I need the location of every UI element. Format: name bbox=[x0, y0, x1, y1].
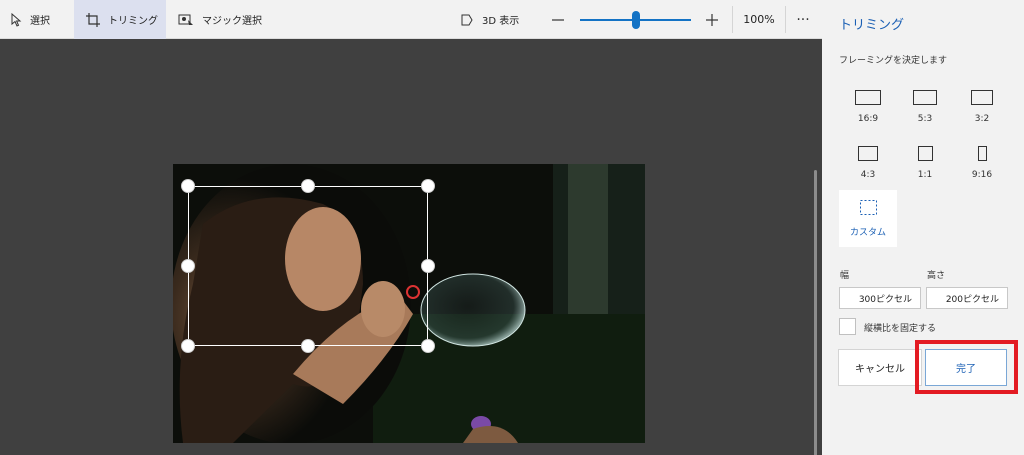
ratio-4-3-button[interactable]: 4:3 bbox=[840, 140, 896, 196]
ratio-16-9-button[interactable]: 16:9 bbox=[840, 84, 896, 140]
width-input[interactable]: 300ピクセル bbox=[839, 287, 921, 309]
crop-handle-top-right[interactable] bbox=[421, 179, 435, 193]
zoom-in-button[interactable] bbox=[705, 12, 719, 26]
select-tool-label: 選択 bbox=[30, 16, 50, 27]
crop-handle-bottom-left[interactable] bbox=[181, 339, 195, 353]
cancel-button[interactable]: キャンセル bbox=[838, 349, 922, 386]
panel-subtitle: フレーミングを決定します bbox=[839, 56, 948, 66]
highlight-box bbox=[915, 340, 1018, 394]
ratio-5-3-button[interactable]: 5:3 bbox=[897, 84, 953, 140]
select-tool-button[interactable]: 選択 bbox=[0, 0, 74, 39]
pointer-icon bbox=[10, 12, 22, 27]
crop-handle-right[interactable] bbox=[421, 259, 435, 273]
view-3d-button[interactable]: 3D 表示 bbox=[452, 0, 542, 39]
magic-select-icon bbox=[178, 13, 194, 27]
custom-ratio-icon bbox=[859, 200, 877, 215]
ratio-label: 1:1 bbox=[917, 170, 933, 180]
crop-tool-label: トリミング bbox=[108, 16, 158, 27]
ratio-3-2-button[interactable]: 3:2 bbox=[954, 84, 1010, 140]
ratio-3-2-icon bbox=[971, 89, 993, 105]
magic-select-button[interactable]: マジック選択 bbox=[166, 0, 286, 39]
crop-handle-bottom[interactable] bbox=[301, 339, 315, 353]
zoom-slider-thumb[interactable] bbox=[631, 11, 640, 29]
height-input[interactable]: 200ピクセル bbox=[926, 287, 1008, 309]
ratio-16-9-icon bbox=[855, 89, 881, 105]
minus-icon bbox=[552, 19, 564, 21]
ratio-1-1-button[interactable]: 1:1 bbox=[897, 140, 953, 196]
lock-aspect-checkbox[interactable] bbox=[839, 318, 856, 335]
crop-icon bbox=[86, 12, 100, 27]
height-label: 高さ bbox=[927, 271, 946, 281]
ratio-9-16-icon bbox=[977, 145, 987, 161]
ratio-label: 4:3 bbox=[860, 170, 876, 180]
zoom-out-button[interactable] bbox=[551, 12, 565, 26]
crop-handle-left[interactable] bbox=[181, 259, 195, 273]
vertical-scrollbar[interactable] bbox=[814, 170, 817, 455]
ratio-5-3-icon bbox=[913, 89, 937, 105]
ratio-custom-button[interactable]: カスタム bbox=[839, 190, 897, 247]
crop-handle-top[interactable] bbox=[301, 179, 315, 193]
crop-tool-button[interactable]: トリミング bbox=[74, 0, 166, 39]
magic-select-label: マジック選択 bbox=[202, 16, 262, 27]
zoom-level[interactable]: 100% bbox=[736, 0, 782, 39]
ratio-label: 9:16 bbox=[971, 170, 993, 180]
width-label: 幅 bbox=[840, 271, 850, 281]
panel-title: トリミング bbox=[839, 18, 905, 33]
more-options-button[interactable]: ··· bbox=[786, 0, 820, 39]
view-3d-label: 3D 表示 bbox=[482, 16, 520, 27]
toolbar-divider bbox=[732, 6, 733, 33]
ratio-1-1-icon bbox=[917, 145, 933, 161]
ratio-label: 3:2 bbox=[974, 114, 990, 124]
crop-handle-top-left[interactable] bbox=[181, 179, 195, 193]
view-3d-icon bbox=[460, 13, 474, 27]
crop-handle-bottom-right[interactable] bbox=[421, 339, 435, 353]
crop-frame[interactable] bbox=[188, 186, 428, 346]
plus-icon bbox=[706, 14, 718, 26]
ratio-label: 5:3 bbox=[917, 114, 933, 124]
ratio-label: 16:9 bbox=[857, 114, 879, 124]
lock-aspect-label: 縦横比を固定する bbox=[864, 324, 937, 334]
toolbar: 選択 トリミング マジック選択 3D 表示 100% ··· bbox=[0, 0, 822, 39]
ratio-4-3-icon bbox=[858, 145, 878, 161]
custom-ratio-label: カスタム bbox=[849, 228, 886, 238]
ratio-9-16-button[interactable]: 9:16 bbox=[954, 140, 1010, 196]
